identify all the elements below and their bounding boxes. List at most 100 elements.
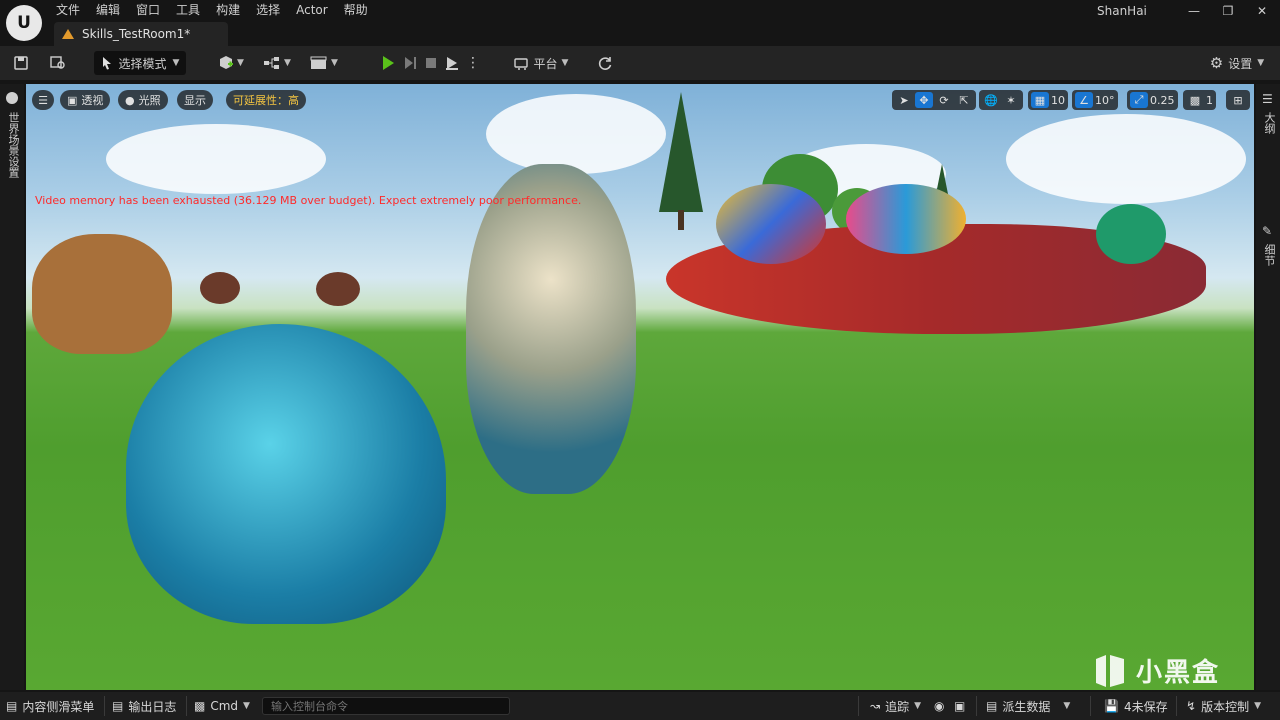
derived-data-label: 派生数据 [1002, 699, 1051, 714]
derived-data-icon: ▤ [986, 699, 998, 713]
tiger-creature-shape [32, 234, 172, 354]
viewport-menu-button[interactable]: ☰ [32, 90, 54, 110]
scale-snap-value: 0.25 [1150, 93, 1175, 107]
rotate-tool-icon[interactable]: ⟳ [935, 92, 953, 108]
source-control-sync-icon[interactable] [594, 51, 616, 75]
menu-edit[interactable]: 编辑 [88, 0, 128, 20]
outliner-tab[interactable]: 大纲 [1261, 112, 1277, 134]
move-tool-icon[interactable]: ✥ [915, 92, 933, 108]
blueprint-button[interactable]: ▼ [260, 51, 294, 75]
settings-label: 设置 [1228, 56, 1253, 71]
record-icon[interactable]: ◉ [934, 692, 944, 720]
chevron-down-icon: ▼ [914, 701, 921, 711]
chevron-down-icon: ▼ [1254, 701, 1261, 711]
platform-dropdown[interactable]: 平台 ▼ [512, 51, 570, 75]
record-circle-icon: ◉ [934, 699, 945, 713]
menu-help[interactable]: 帮助 [336, 0, 376, 20]
settings-dropdown[interactable]: ⚙ 设置 ▼ [1204, 51, 1270, 75]
divider [1090, 696, 1091, 716]
viewport-layout-button[interactable]: ⊞ [1226, 90, 1250, 110]
left-side-panel-tabs: 世界场景设置 [0, 84, 24, 690]
unreal-logo-icon[interactable]: U [6, 5, 42, 41]
cloud-shape [106, 124, 326, 194]
screenshot-icon[interactable]: ▣ [954, 692, 965, 720]
blue-dragon-creature-shape [126, 324, 446, 624]
source-control-label: 版本控制 [1201, 699, 1250, 714]
restore-icon[interactable]: ❐ [1218, 2, 1238, 20]
derived-data-dropdown[interactable]: ▤ 派生数据 ▼ [986, 692, 1070, 720]
cinematics-button[interactable]: ▼ [308, 51, 340, 75]
world-settings-tab[interactable]: 世界场景设置 [5, 112, 21, 178]
video-memory-warning: Video memory has been exhausted (36.129 … [35, 194, 582, 207]
select-mode-dropdown[interactable]: 选择模式 ▼ [94, 51, 186, 75]
surface-snap-icon[interactable]: ✶ [1002, 92, 1020, 108]
camera-speed-value: 1 [1206, 93, 1213, 107]
grid-snap-value: 10 [1051, 93, 1065, 107]
trace-dropdown[interactable]: ↝ 追踪 ▼ [870, 692, 921, 720]
logo-letter: U [17, 13, 31, 33]
grid-snap-group[interactable]: ▦ 10 [1028, 90, 1068, 110]
level-viewport[interactable]: ☰ ▣ 透视 ● 光照 显示 可延展性：高 ➤ ✥ ⟳ ⇱ 🌐 ✶ ▦ 10 ∠… [26, 84, 1254, 690]
menu-actor[interactable]: Actor [288, 0, 336, 20]
play-icon[interactable] [380, 55, 396, 71]
content-drawer-icon: ▤ [6, 699, 18, 713]
output-log-button[interactable]: ▤ 输出日志 [112, 692, 176, 720]
chevron-down-icon: ▼ [1257, 58, 1265, 68]
green-serpent-creature-shape [1096, 204, 1166, 264]
scale-tool-icon[interactable]: ⇱ [955, 92, 973, 108]
chevron-down-icon: ▼ [331, 58, 338, 68]
show-button[interactable]: 显示 [177, 90, 213, 110]
title-bar: U 文件 编辑 窗口 工具 构建 选择 Actor 帮助 Skills_Test… [0, 0, 1280, 46]
menu-file[interactable]: 文件 [48, 0, 88, 20]
level-tab[interactable]: Skills_TestRoom1* [54, 22, 228, 46]
rotation-snap-group[interactable]: ∠ 10° [1072, 90, 1118, 110]
hamburger-icon: ☰ [38, 93, 48, 107]
browse-icon[interactable] [46, 51, 70, 75]
lighting-label: 光照 [138, 94, 161, 107]
add-actor-button[interactable]: ▼ [214, 51, 248, 75]
more-options-icon[interactable]: ⋮ [466, 55, 480, 71]
xiaoheihe-watermark: 小黑盒 [1092, 652, 1220, 689]
cube-icon: ▣ [67, 93, 78, 107]
camera-speed-group[interactable]: ▩ 1 [1183, 90, 1216, 110]
scalability-label: 可延展性：高 [233, 94, 299, 107]
lighting-button[interactable]: ● 光照 [118, 90, 168, 110]
right-side-panel-tabs: ☰ 大纲 ✎ 细节 [1256, 84, 1280, 690]
rotation-snap-value: 10° [1095, 93, 1115, 107]
source-control-icon: ↯ [1186, 699, 1197, 713]
world-space-icon[interactable]: 🌐 [982, 92, 1000, 108]
unsaved-button[interactable]: 💾 4未保存 [1104, 692, 1168, 720]
menu-build[interactable]: 构建 [208, 0, 248, 20]
perspective-button[interactable]: ▣ 透视 [60, 90, 111, 110]
scalability-badge[interactable]: 可延展性：高 [226, 90, 306, 110]
divider [858, 696, 859, 716]
minimize-icon[interactable]: — [1184, 2, 1204, 20]
output-log-icon: ▤ [112, 699, 124, 713]
console-command-input[interactable] [262, 697, 510, 715]
source-control-dropdown[interactable]: ↯ 版本控制 ▼ [1186, 692, 1261, 720]
content-drawer-button[interactable]: ▤ 内容侧滑菜单 [6, 692, 94, 720]
select-tool-icon[interactable]: ➤ [895, 92, 913, 108]
status-bar: ▤ 内容侧滑菜单 ▤ 输出日志 ▩ Cmd ▼ ↝ 追踪 ▼ ◉ ▣ ▤ 派生数… [0, 692, 1280, 720]
divider [104, 696, 105, 716]
step-icon[interactable] [402, 55, 418, 71]
eject-icon[interactable] [444, 55, 460, 71]
menu-tools[interactable]: 工具 [168, 0, 208, 20]
perspective-label: 透视 [81, 94, 104, 107]
chevron-down-icon: ▼ [237, 58, 244, 68]
menu-window[interactable]: 窗口 [128, 0, 168, 20]
camera-icon: ▩ [1189, 93, 1201, 107]
close-icon[interactable]: ✕ [1252, 2, 1272, 20]
save-icon[interactable] [10, 51, 32, 75]
gear-icon: ⚙ [1209, 54, 1224, 72]
select-mode-icon [101, 56, 113, 70]
details-tab[interactable]: 细节 [1261, 244, 1277, 266]
chevron-down-icon: ▼ [561, 58, 569, 68]
cmd-dropdown[interactable]: ▩ Cmd ▼ [194, 692, 250, 720]
rainbow-dragon-creature-shape [846, 184, 966, 254]
watermark-text: 小黑盒 [1136, 658, 1221, 688]
level-icon [62, 29, 74, 39]
menu-select[interactable]: 选择 [248, 0, 288, 20]
stop-icon[interactable] [424, 56, 438, 70]
scale-snap-group[interactable]: ⤢ 0.25 [1127, 90, 1178, 110]
